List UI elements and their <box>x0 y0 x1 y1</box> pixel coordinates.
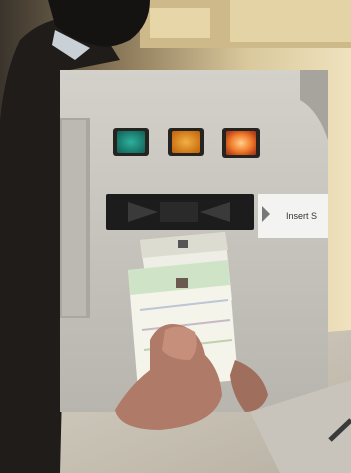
photo-scene: Insert S <box>0 0 351 473</box>
ticket-slot[interactable] <box>106 194 254 230</box>
red-orange-button[interactable] <box>222 128 260 158</box>
insert-sign: Insert S <box>258 194 328 238</box>
insert-sign-text: Insert S <box>286 211 317 221</box>
orange-button[interactable] <box>168 128 204 156</box>
teal-button[interactable] <box>113 128 149 156</box>
photo: Insert S <box>0 0 351 473</box>
